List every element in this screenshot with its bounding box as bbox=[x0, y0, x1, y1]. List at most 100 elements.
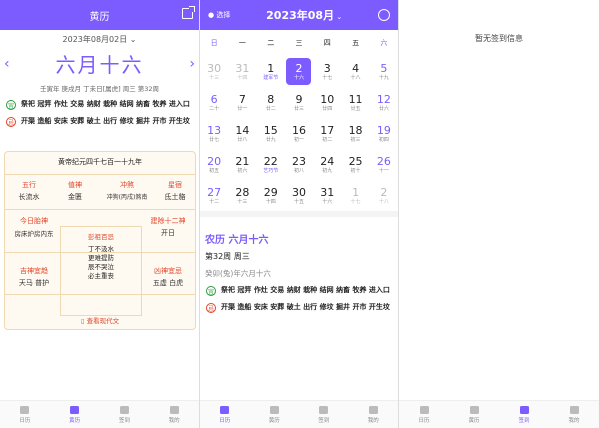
date-selector[interactable]: 2023年08月02日 ⌄ bbox=[0, 34, 199, 45]
month-selector[interactable]: 2023年08月 ⌄ bbox=[266, 7, 342, 23]
calendar-day[interactable]: 29 十四 bbox=[257, 180, 285, 211]
calendar-day[interactable]: 15 廿九 bbox=[257, 118, 285, 149]
day-number: 1 bbox=[267, 61, 275, 75]
tab-calendar[interactable]: 日历 bbox=[200, 401, 250, 428]
almanac-header: 黄历 bbox=[0, 0, 199, 30]
calendar-day[interactable]: 19 初四 bbox=[370, 118, 398, 149]
lunar-day: 初一 bbox=[293, 136, 304, 143]
calendar-day[interactable]: 31 十四 bbox=[228, 56, 256, 87]
calendar-day[interactable]: 17 初二 bbox=[313, 118, 341, 149]
day-number: 5 bbox=[380, 61, 388, 75]
next-day-icon[interactable]: › bbox=[189, 56, 195, 72]
calendar-day[interactable]: 14 廿八 bbox=[228, 118, 256, 149]
ji-badge: 忌 bbox=[206, 303, 216, 313]
calendar-day[interactable]: 28 十三 bbox=[228, 180, 256, 211]
calendar-day[interactable]: 7 廿一 bbox=[228, 87, 256, 118]
calendar-day[interactable]: 27 十二 bbox=[200, 180, 228, 211]
view-more-label: 查看现代文 bbox=[86, 317, 120, 325]
weekday-header: 日 一 二 三 四 五 六 bbox=[200, 30, 398, 56]
ji-text: 开渠 造船 安床 安葬 破土 出行 修坟 掘井 开市 开生坟 bbox=[221, 303, 390, 311]
tab-checkin[interactable]: 签到 bbox=[299, 401, 349, 428]
user-icon bbox=[169, 405, 179, 414]
tab-checkin[interactable]: 签到 bbox=[499, 401, 549, 428]
calendar-day[interactable]: 1 十七 bbox=[341, 180, 369, 211]
calendar-day[interactable]: 6 二十 bbox=[200, 87, 228, 118]
calendar-day[interactable]: 2 十八 bbox=[370, 180, 398, 211]
calendar-day[interactable]: 18 初三 bbox=[341, 118, 369, 149]
view-modern-text-link[interactable]: ▯ 查看现代文 bbox=[5, 315, 195, 325]
lunar-day: 廿一 bbox=[237, 105, 248, 112]
taishen-cell: 今日胎神 房床炉房内东 bbox=[7, 216, 61, 238]
zhishen-value: 金匮 bbox=[68, 193, 82, 201]
calendar-day[interactable]: 8 廿二 bbox=[257, 87, 285, 118]
calendar-day[interactable]: 22 艺巧节 bbox=[257, 149, 285, 180]
calendar-day[interactable]: 23 初八 bbox=[285, 149, 313, 180]
day-number: 1 bbox=[352, 185, 360, 199]
day-number: 24 bbox=[320, 154, 335, 168]
calendar-day[interactable]: 13 廿七 bbox=[200, 118, 228, 149]
wuxing-value: 长流水 bbox=[18, 193, 40, 201]
wuxing-label: 五行 bbox=[22, 181, 36, 189]
calendar-day[interactable]: 10 廿四 bbox=[313, 87, 341, 118]
calendar-day[interactable]: 25 初十 bbox=[341, 149, 369, 180]
location-label: 选择 bbox=[216, 11, 231, 19]
jianchu-cell: 建除十二神 开日 bbox=[141, 216, 195, 238]
tab-label: 我的 bbox=[367, 417, 379, 424]
xiongshen-label: 凶神宜忌 bbox=[154, 267, 182, 275]
xingxiu-cell: 星宿 氐土貉 bbox=[155, 180, 195, 202]
calendar-day[interactable]: 1 建军节 bbox=[257, 56, 285, 87]
chongsha-cell: 冲煞 冲狗(丙戌)煞南 bbox=[99, 180, 155, 201]
lunar-day: 初十 bbox=[350, 167, 361, 174]
tab-label: 签到 bbox=[318, 417, 330, 424]
calendar-day[interactable]: 30 十五 bbox=[285, 180, 313, 211]
lunar-day: 建军节 bbox=[263, 74, 279, 81]
lunar-day: 十八 bbox=[378, 198, 389, 205]
location-select[interactable]: ● 选择 bbox=[208, 10, 230, 20]
calendar-day[interactable]: 20 初五 bbox=[200, 149, 228, 180]
calendar-grid: 30 十三 31 十四 1 建军节 2 十六 3 十七 4 十八 5 十九 6 二十 7 廿一 8 廿二 9 廿三 10 廿四… bbox=[200, 56, 398, 211]
day-number: 2 bbox=[380, 185, 388, 199]
calendar-day[interactable]: 31 十六 bbox=[313, 180, 341, 211]
calendar-day[interactable]: 26 十一 bbox=[370, 149, 398, 180]
ji-row: 忌 开渠 造船 安床 安葬 破土 出行 修坟 掘井 开市 开生坟 bbox=[200, 302, 398, 313]
user-icon bbox=[368, 405, 378, 414]
tab-mine[interactable]: 我的 bbox=[149, 401, 199, 428]
calendar-day[interactable]: 9 廿三 bbox=[285, 87, 313, 118]
weekday: 二 bbox=[267, 39, 275, 47]
calendar-day[interactable]: 5 十九 bbox=[370, 56, 398, 87]
tab-almanac[interactable]: 黄历 bbox=[250, 401, 300, 428]
tab-mine[interactable]: 我的 bbox=[549, 401, 599, 428]
almanac-panel: 黄历 2023年08月02日 ⌄ ‹ › 六月十六 壬寅年 庚戌月 丁未日[属虎… bbox=[0, 0, 200, 428]
calendar-day[interactable]: 24 初九 bbox=[313, 149, 341, 180]
calendar-day[interactable]: 2 十六 bbox=[286, 58, 312, 85]
tab-label: 黄历 bbox=[468, 417, 480, 424]
day-number: 7 bbox=[238, 92, 246, 106]
calendar-day[interactable]: 12 廿六 bbox=[370, 87, 398, 118]
prev-day-icon[interactable]: ‹ bbox=[4, 56, 10, 72]
tab-almanac[interactable]: 黄历 bbox=[449, 401, 499, 428]
tab-mine[interactable]: 我的 bbox=[349, 401, 399, 428]
lunar-day: 十三 bbox=[209, 74, 220, 81]
day-number: 8 bbox=[267, 92, 275, 106]
tab-calendar[interactable]: 日历 bbox=[399, 401, 449, 428]
lunar-day: 十九 bbox=[378, 74, 389, 81]
tab-almanac[interactable]: 黄历 bbox=[50, 401, 100, 428]
yi-badge: 宜 bbox=[206, 286, 216, 296]
tab-checkin[interactable]: 签到 bbox=[100, 401, 150, 428]
tab-calendar[interactable]: 日历 bbox=[0, 401, 50, 428]
calendar-day[interactable]: 30 十三 bbox=[200, 56, 228, 87]
day-number: 11 bbox=[348, 92, 363, 106]
share-icon[interactable] bbox=[182, 6, 195, 19]
calendar-icon bbox=[419, 405, 429, 414]
calendar-day[interactable]: 16 初一 bbox=[285, 118, 313, 149]
calendar-day[interactable]: 21 初六 bbox=[228, 149, 256, 180]
calendar-day[interactable]: 4 十八 bbox=[341, 56, 369, 87]
user-icon bbox=[569, 405, 579, 414]
calendar-day[interactable]: 11 廿五 bbox=[341, 87, 369, 118]
lunar-day: 廿六 bbox=[378, 105, 389, 112]
calendar-day[interactable]: 3 十七 bbox=[313, 56, 341, 87]
day-number: 12 bbox=[376, 92, 391, 106]
day-number: 23 bbox=[291, 154, 306, 168]
tab-label: 签到 bbox=[118, 417, 130, 424]
signal-icon[interactable] bbox=[377, 9, 390, 21]
